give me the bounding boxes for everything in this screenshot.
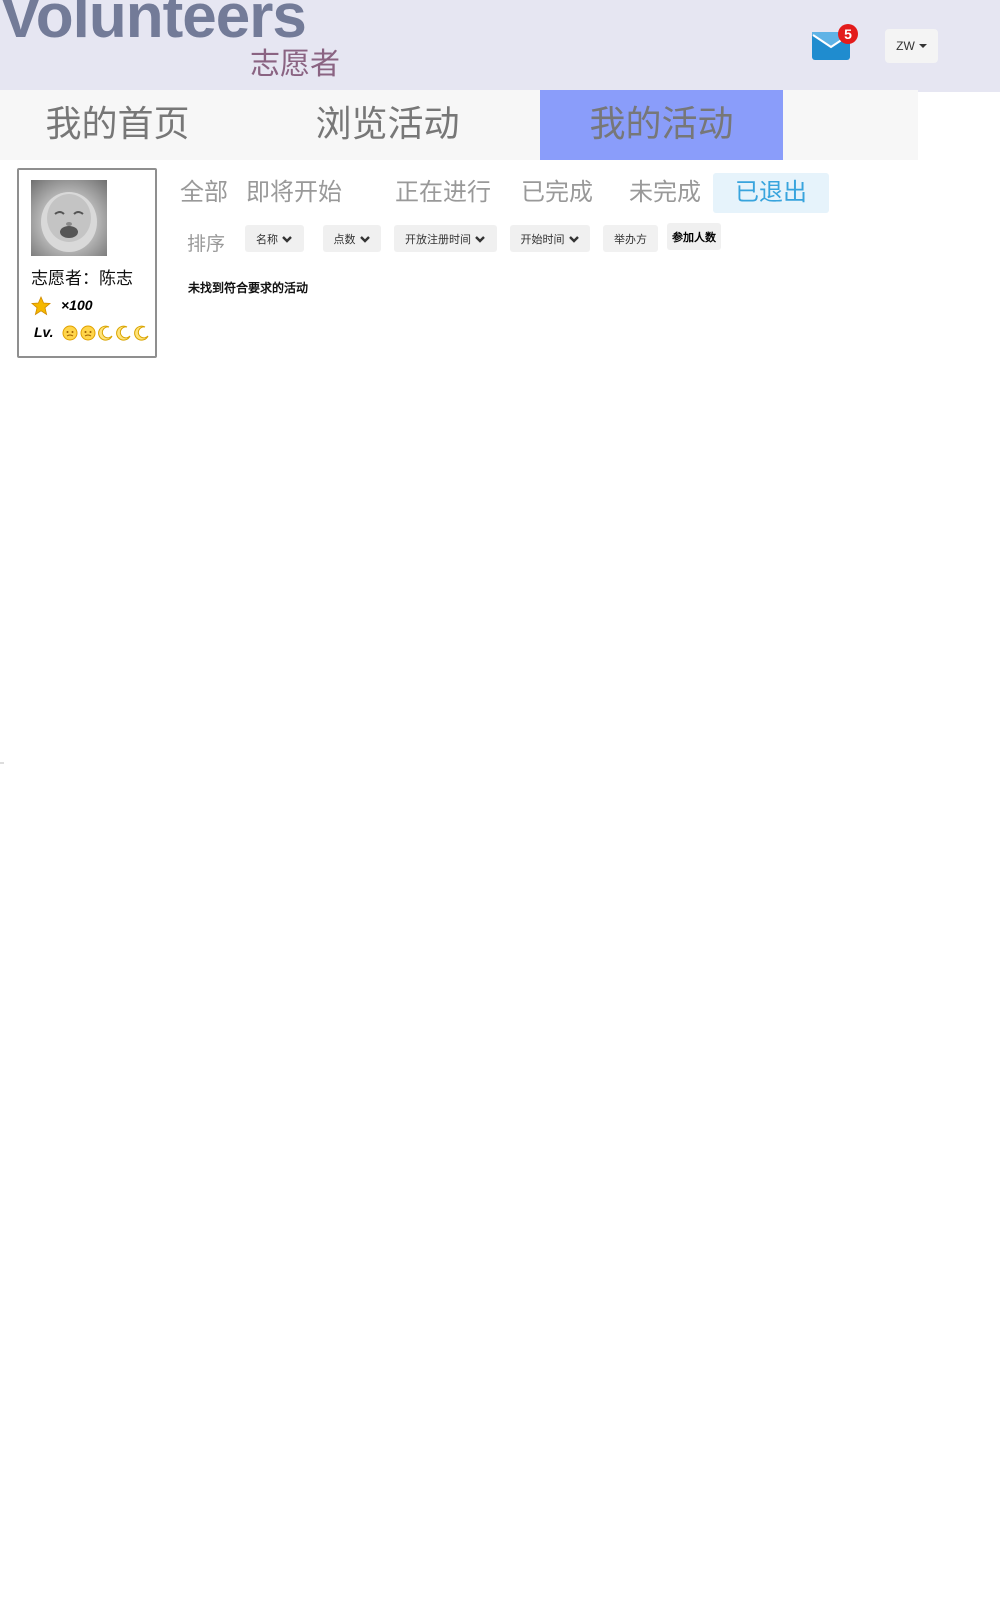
user-menu-button[interactable]: ZW (885, 29, 938, 63)
level-icons (62, 325, 150, 343)
filter-tab-completed[interactable]: 已完成 (517, 173, 597, 213)
nav-my-home[interactable]: 我的首页 (0, 90, 235, 160)
chevron-down-icon (282, 235, 292, 243)
sort-button-label: 点数 (333, 232, 356, 246)
nav-my-activities[interactable]: 我的活动 (540, 90, 783, 160)
sort-by-points-button[interactable]: 点数 (323, 225, 381, 252)
sort-by-participants-button[interactable]: 参加人数 (667, 223, 721, 250)
site-logo[interactable]: Volunteers (0, 0, 307, 48)
site-logo-subtitle: 志愿者 (250, 47, 340, 82)
moon-icon (134, 325, 149, 341)
user-menu-label: ZW (896, 39, 915, 53)
sun-face-icon (80, 325, 96, 341)
filter-tab-withdrawn[interactable]: 已退出 (713, 173, 829, 213)
chevron-down-icon (359, 235, 370, 243)
filter-tab-all[interactable]: 全部 (176, 173, 232, 213)
caret-down-icon (918, 44, 927, 48)
main-nav: 我的首页 浏览活动 我的活动 (0, 90, 918, 160)
star-icon (30, 295, 52, 316)
sort-by-organizer-button[interactable]: 举办方 (603, 225, 658, 252)
sort-by-name-button[interactable]: 名称 (245, 225, 304, 252)
moon-icon (98, 325, 113, 341)
sort-button-label: 开始时间 (520, 232, 565, 246)
filter-tab-incomplete[interactable]: 未完成 (625, 173, 705, 213)
moon-icon (116, 325, 131, 341)
sort-button-label: 参加人数 (672, 230, 716, 244)
sort-button-label: 举办方 (614, 232, 647, 246)
nav-browse-activities[interactable]: 浏览活动 (270, 90, 505, 160)
filter-tab-upcoming[interactable]: 即将开始 (244, 173, 344, 213)
empty-results-message: 未找到符合要求的活动 (188, 281, 309, 295)
sort-by-start-time-button[interactable]: 开始时间 (510, 225, 590, 252)
sort-label: 排序 (187, 233, 226, 255)
sun-face-icon (62, 325, 78, 341)
chevron-down-icon (568, 235, 579, 243)
sort-by-registration-time-button[interactable]: 开放注册时间 (394, 225, 497, 252)
filter-tab-in-progress[interactable]: 正在进行 (393, 173, 493, 213)
sort-button-label: 开放注册时间 (405, 232, 471, 246)
points-count: ×100 (61, 297, 93, 313)
sort-button-label: 名称 (256, 232, 278, 246)
volunteer-name: 志愿者：陈志 (31, 269, 133, 289)
mail-count-badge: 5 (838, 24, 858, 44)
level-label: Lv. (34, 324, 54, 340)
header: Volunteers 志愿者 5 ZW (0, 0, 1000, 92)
chevron-down-icon (475, 235, 485, 243)
divider (0, 762, 4, 764)
profile-card: 志愿者：陈志 ×100 Lv. (17, 168, 157, 358)
avatar (31, 180, 107, 256)
